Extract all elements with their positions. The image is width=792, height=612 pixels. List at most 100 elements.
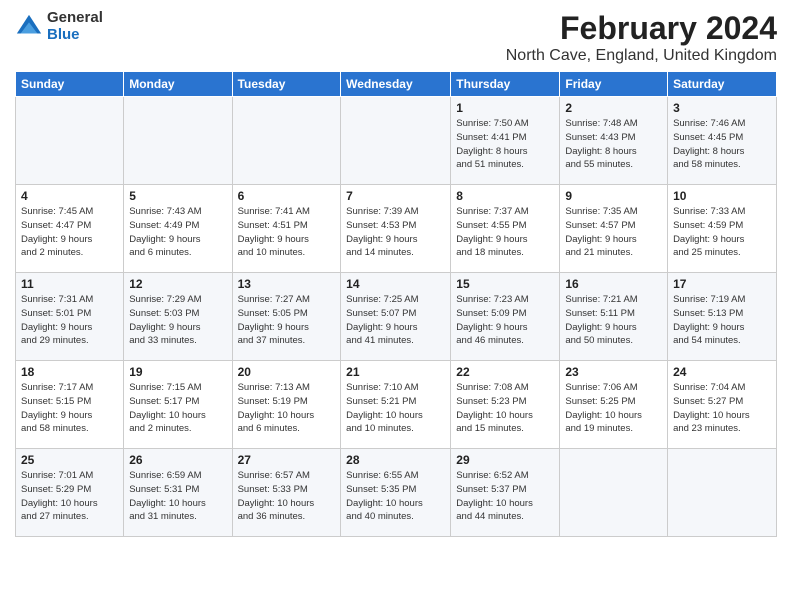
day-number: 21 — [346, 365, 445, 379]
day-info: Sunrise: 7:10 AM Sunset: 5:21 PM Dayligh… — [346, 381, 445, 436]
day-number: 18 — [21, 365, 118, 379]
calendar-cell: 3 Sunrise: 7:46 AM Sunset: 4:45 PM Daylig… — [668, 97, 777, 185]
day-info: Sunrise: 7:23 AM Sunset: 5:09 PM Dayligh… — [456, 293, 554, 348]
day-info: Sunrise: 7:39 AM Sunset: 4:53 PM Dayligh… — [346, 205, 445, 260]
day-number: 29 — [456, 453, 554, 467]
day-number: 22 — [456, 365, 554, 379]
day-number: 11 — [21, 277, 118, 291]
day-header-tuesday: Tuesday — [232, 72, 341, 97]
day-number: 3 — [673, 101, 771, 115]
calendar-week-row: 25 Sunrise: 7:01 AM Sunset: 5:29 PM Dayli… — [16, 449, 777, 537]
day-number: 19 — [129, 365, 226, 379]
calendar-cell: 22 Sunrise: 7:08 AM Sunset: 5:23 PM Dayli… — [451, 361, 560, 449]
calendar-cell: 12 Sunrise: 7:29 AM Sunset: 5:03 PM Dayli… — [124, 273, 232, 361]
day-number: 14 — [346, 277, 445, 291]
calendar-week-row: 4 Sunrise: 7:45 AM Sunset: 4:47 PM Daylig… — [16, 185, 777, 273]
calendar-cell: 23 Sunrise: 7:06 AM Sunset: 5:25 PM Dayli… — [560, 361, 668, 449]
day-info: Sunrise: 7:46 AM Sunset: 4:45 PM Dayligh… — [673, 117, 771, 172]
calendar-cell: 7 Sunrise: 7:39 AM Sunset: 4:53 PM Daylig… — [341, 185, 451, 273]
day-info: Sunrise: 7:06 AM Sunset: 5:25 PM Dayligh… — [565, 381, 662, 436]
day-info: Sunrise: 7:33 AM Sunset: 4:59 PM Dayligh… — [673, 205, 771, 260]
calendar-cell: 10 Sunrise: 7:33 AM Sunset: 4:59 PM Dayli… — [668, 185, 777, 273]
day-number: 1 — [456, 101, 554, 115]
calendar-cell: 21 Sunrise: 7:10 AM Sunset: 5:21 PM Dayli… — [341, 361, 451, 449]
calendar-cell: 20Sunrise: 7:13 AM Sunset: 5:19 PM Dayli… — [232, 361, 341, 449]
day-info: Sunrise: 7:50 AM Sunset: 4:41 PM Dayligh… — [456, 117, 554, 172]
logo-blue: Blue — [47, 27, 103, 44]
day-info: Sunrise: 7:43 AM Sunset: 4:49 PM Dayligh… — [129, 205, 226, 260]
day-info: Sunrise: 7:25 AM Sunset: 5:07 PM Dayligh… — [346, 293, 445, 348]
day-number: 25 — [21, 453, 118, 467]
calendar-cell: 9 Sunrise: 7:35 AM Sunset: 4:57 PM Daylig… — [560, 185, 668, 273]
day-header-friday: Friday — [560, 72, 668, 97]
day-info: Sunrise: 7:17 AM Sunset: 5:15 PM Dayligh… — [21, 381, 118, 436]
calendar-cell: 25 Sunrise: 7:01 AM Sunset: 5:29 PM Dayli… — [16, 449, 124, 537]
calendar-cell: 2 Sunrise: 7:48 AM Sunset: 4:43 PM Daylig… — [560, 97, 668, 185]
title-area: February 2024 North Cave, England, Unite… — [506, 10, 777, 65]
calendar-cell — [668, 449, 777, 537]
subtitle: North Cave, England, United Kingdom — [506, 47, 777, 65]
logo: General Blue — [15, 10, 103, 43]
day-header-wednesday: Wednesday — [341, 72, 451, 97]
day-number: 13 — [238, 277, 336, 291]
calendar-cell: 11 Sunrise: 7:31 AM Sunset: 5:01 PM Dayli… — [16, 273, 124, 361]
day-number: 12 — [129, 277, 226, 291]
calendar-cell — [560, 449, 668, 537]
day-number: 9 — [565, 189, 662, 203]
day-info: Sunrise: 6:52 AM Sunset: 5:37 PM Dayligh… — [456, 469, 554, 524]
day-info: Sunrise: 7:45 AM Sunset: 4:47 PM Dayligh… — [21, 205, 118, 260]
day-header-saturday: Saturday — [668, 72, 777, 97]
header: General Blue February 2024 North Cave, E… — [15, 10, 777, 65]
calendar-cell — [232, 97, 341, 185]
calendar-cell: 15Sunrise: 7:23 AM Sunset: 5:09 PM Dayli… — [451, 273, 560, 361]
day-number: 5 — [129, 189, 226, 203]
day-info: Sunrise: 7:04 AM Sunset: 5:27 PM Dayligh… — [673, 381, 771, 436]
calendar-cell: 24 Sunrise: 7:04 AM Sunset: 5:27 PM Dayli… — [668, 361, 777, 449]
day-number: 8 — [456, 189, 554, 203]
calendar-cell: 26 Sunrise: 6:59 AM Sunset: 5:31 PM Dayli… — [124, 449, 232, 537]
day-number: 17 — [673, 277, 771, 291]
logo-general: General — [47, 10, 103, 27]
calendar-cell — [341, 97, 451, 185]
day-number: 28 — [346, 453, 445, 467]
day-info: Sunrise: 6:55 AM Sunset: 5:35 PM Dayligh… — [346, 469, 445, 524]
calendar-cell: 4 Sunrise: 7:45 AM Sunset: 4:47 PM Daylig… — [16, 185, 124, 273]
day-number: 7 — [346, 189, 445, 203]
calendar-cell: 28 Sunrise: 6:55 AM Sunset: 5:35 PM Dayli… — [341, 449, 451, 537]
day-info: Sunrise: 6:59 AM Sunset: 5:31 PM Dayligh… — [129, 469, 226, 524]
logo-text: General Blue — [47, 10, 103, 43]
calendar-week-row: 1 Sunrise: 7:50 AM Sunset: 4:41 PM Daylig… — [16, 97, 777, 185]
day-number: 4 — [21, 189, 118, 203]
calendar-cell: 18 Sunrise: 7:17 AM Sunset: 5:15 PM Dayli… — [16, 361, 124, 449]
calendar-cell: 17Sunrise: 7:19 AM Sunset: 5:13 PM Dayli… — [668, 273, 777, 361]
day-info: Sunrise: 7:35 AM Sunset: 4:57 PM Dayligh… — [565, 205, 662, 260]
day-number: 24 — [673, 365, 771, 379]
day-info: Sunrise: 7:01 AM Sunset: 5:29 PM Dayligh… — [21, 469, 118, 524]
day-number: 2 — [565, 101, 662, 115]
calendar-cell: 13Sunrise: 7:27 AM Sunset: 5:05 PM Dayli… — [232, 273, 341, 361]
day-number: 10 — [673, 189, 771, 203]
calendar-week-row: 18 Sunrise: 7:17 AM Sunset: 5:15 PM Dayli… — [16, 361, 777, 449]
day-number: 16 — [565, 277, 662, 291]
day-info: Sunrise: 7:31 AM Sunset: 5:01 PM Dayligh… — [21, 293, 118, 348]
calendar-cell: 19 Sunrise: 7:15 AM Sunset: 5:17 PM Dayli… — [124, 361, 232, 449]
day-info: Sunrise: 7:37 AM Sunset: 4:55 PM Dayligh… — [456, 205, 554, 260]
day-number: 26 — [129, 453, 226, 467]
day-info: Sunrise: 7:13 AM Sunset: 5:19 PM Dayligh… — [238, 381, 336, 436]
day-info: Sunrise: 7:48 AM Sunset: 4:43 PM Dayligh… — [565, 117, 662, 172]
calendar-cell: 8 Sunrise: 7:37 AM Sunset: 4:55 PM Daylig… — [451, 185, 560, 273]
day-info: Sunrise: 7:29 AM Sunset: 5:03 PM Dayligh… — [129, 293, 226, 348]
day-info: Sunrise: 7:15 AM Sunset: 5:17 PM Dayligh… — [129, 381, 226, 436]
calendar-cell: 29 Sunrise: 6:52 AM Sunset: 5:37 PM Dayli… — [451, 449, 560, 537]
calendar: SundayMondayTuesdayWednesdayThursdayFrid… — [15, 71, 777, 537]
day-header-monday: Monday — [124, 72, 232, 97]
calendar-cell: 16Sunrise: 7:21 AM Sunset: 5:11 PM Dayli… — [560, 273, 668, 361]
calendar-cell: 14 Sunrise: 7:25 AM Sunset: 5:07 PM Dayli… — [341, 273, 451, 361]
calendar-cell — [124, 97, 232, 185]
page: General Blue February 2024 North Cave, E… — [0, 0, 792, 612]
calendar-header-row: SundayMondayTuesdayWednesdayThursdayFrid… — [16, 72, 777, 97]
day-number: 6 — [238, 189, 336, 203]
day-number: 23 — [565, 365, 662, 379]
day-info: Sunrise: 7:08 AM Sunset: 5:23 PM Dayligh… — [456, 381, 554, 436]
day-info: Sunrise: 7:41 AM Sunset: 4:51 PM Dayligh… — [238, 205, 336, 260]
